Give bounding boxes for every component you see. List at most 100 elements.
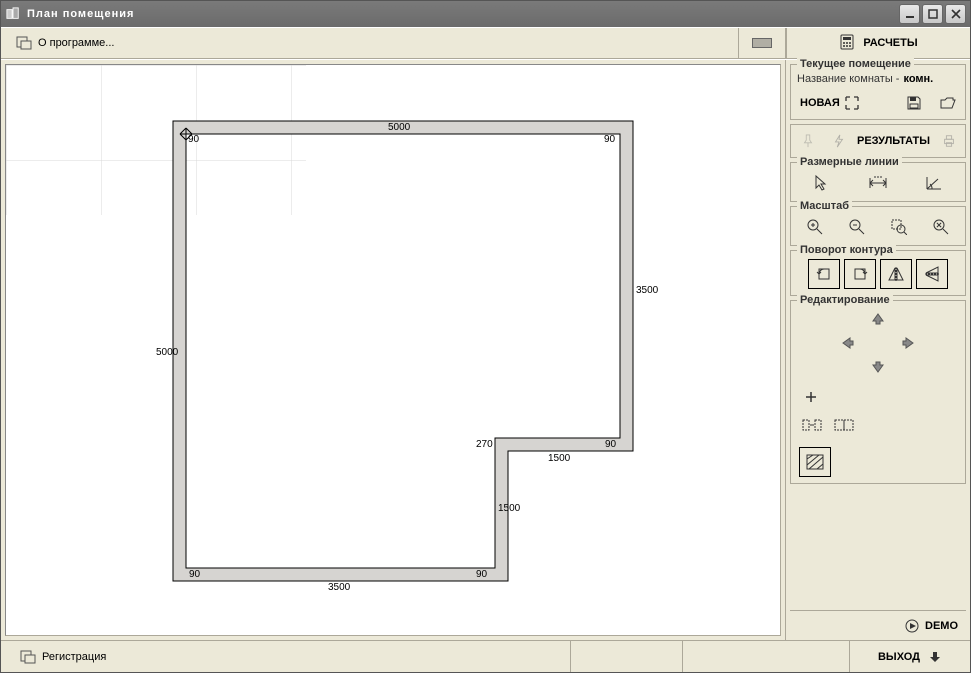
group-dim-lines: Размерные линии bbox=[790, 162, 966, 202]
side-panel: Текущее помещение Название комнаты - ком… bbox=[786, 60, 970, 640]
window-buttons bbox=[899, 4, 966, 24]
legend-edit: Редактирование bbox=[797, 294, 893, 306]
break-icon bbox=[802, 416, 822, 434]
group-current-room: Текущее помещение Название комнаты - ком… bbox=[790, 64, 966, 120]
calculate-label: РАСЧЕТЫ bbox=[863, 37, 917, 49]
close-button[interactable] bbox=[945, 4, 966, 24]
dim-right: 3500 bbox=[636, 285, 659, 296]
hatch-button[interactable] bbox=[799, 447, 831, 477]
zoom-fit-icon bbox=[933, 219, 949, 235]
bolt-icon bbox=[832, 134, 846, 148]
add-point-button[interactable] bbox=[801, 385, 821, 409]
join-wall-button[interactable] bbox=[831, 413, 857, 437]
zoom-window-button[interactable] bbox=[886, 215, 912, 239]
zoom-window-icon bbox=[891, 219, 907, 235]
legend-rotate: Поворот контура bbox=[797, 244, 896, 256]
group-edit: Редактирование bbox=[790, 300, 966, 484]
angle-bl: 90 bbox=[189, 569, 201, 580]
angle-mr: 90 bbox=[605, 439, 617, 450]
maximize-button[interactable] bbox=[922, 4, 943, 24]
exit-button[interactable]: ВЫХОД bbox=[850, 641, 970, 672]
bolt-button bbox=[826, 129, 851, 153]
angle-tr: 90 bbox=[604, 134, 616, 145]
drawing-canvas[interactable]: 90 90 90 270 90 90 5000 5000 3500 1500 1… bbox=[5, 64, 781, 636]
app-window: План помещения О программе... РАСЧЕТЫ bbox=[0, 0, 971, 673]
group-scale: Масштаб bbox=[790, 206, 966, 246]
mode-toggle[interactable] bbox=[738, 28, 786, 58]
dim-cut-h: 1500 bbox=[548, 453, 571, 464]
rotate-cw-button[interactable] bbox=[844, 259, 876, 289]
zoom-in-button[interactable] bbox=[802, 215, 828, 239]
app-icon bbox=[5, 6, 21, 22]
titlebar[interactable]: План помещения bbox=[1, 1, 970, 27]
dim-angle-button[interactable] bbox=[921, 171, 947, 195]
zoom-out-icon bbox=[849, 219, 865, 235]
toolbar-spacer bbox=[129, 28, 738, 58]
status-seg-2 bbox=[683, 641, 850, 672]
angle-notch: 270 bbox=[476, 439, 493, 450]
dim-cursor-button[interactable] bbox=[809, 171, 835, 195]
register-icon bbox=[20, 649, 36, 665]
new-icon bbox=[844, 95, 860, 111]
mirror-h-button[interactable] bbox=[880, 259, 912, 289]
registration-button[interactable]: Регистрация bbox=[13, 646, 113, 668]
rotate-ccw-icon bbox=[815, 265, 833, 283]
body: 90 90 90 270 90 90 5000 5000 3500 1500 1… bbox=[1, 59, 970, 640]
save-icon bbox=[906, 95, 922, 111]
save-room-button[interactable] bbox=[901, 91, 927, 115]
side-filler bbox=[790, 488, 966, 606]
nudge-down-button[interactable] bbox=[863, 355, 893, 379]
statusbar: Регистрация ВЫХОД bbox=[1, 640, 970, 672]
registration-label: Регистрация bbox=[42, 651, 106, 663]
top-toolbar: О программе... РАСЧЕТЫ bbox=[1, 27, 970, 59]
dim-left: 5000 bbox=[156, 347, 179, 358]
minimize-button[interactable] bbox=[899, 4, 920, 24]
status-seg-1 bbox=[571, 641, 683, 672]
nudge-up-button[interactable] bbox=[863, 307, 893, 331]
results-label: РЕЗУЛЬТАТЫ bbox=[857, 135, 930, 147]
calculate-button[interactable]: РАСЧЕТЫ bbox=[786, 28, 970, 58]
room-name-value: комн. bbox=[903, 73, 933, 85]
new-room-button[interactable]: НОВАЯ bbox=[795, 91, 865, 115]
dim-horizontal-button[interactable] bbox=[865, 171, 891, 195]
pin-button bbox=[795, 129, 820, 153]
pin-icon bbox=[801, 134, 815, 148]
open-room-button[interactable] bbox=[935, 91, 961, 115]
dim-cut-v: 1500 bbox=[498, 503, 521, 514]
about-label: О программе... bbox=[38, 37, 114, 49]
dim-angle-icon bbox=[924, 174, 944, 192]
print-icon bbox=[942, 134, 956, 148]
break-wall-button[interactable] bbox=[799, 413, 825, 437]
angle-bm: 90 bbox=[476, 569, 488, 580]
arrow-left-icon bbox=[841, 336, 855, 350]
mode-swatch bbox=[752, 38, 772, 48]
nudge-right-button[interactable] bbox=[893, 331, 923, 355]
nudge-left-button[interactable] bbox=[833, 331, 863, 355]
mirror-v-icon bbox=[923, 265, 941, 283]
canvas-area: 90 90 90 270 90 90 5000 5000 3500 1500 1… bbox=[1, 60, 786, 640]
arrow-down-icon bbox=[871, 360, 885, 374]
new-room-label: НОВАЯ bbox=[800, 97, 840, 109]
dim-bottom: 3500 bbox=[328, 582, 351, 593]
mirror-v-button[interactable] bbox=[916, 259, 948, 289]
exit-label: ВЫХОД bbox=[878, 651, 920, 663]
plus-icon bbox=[805, 391, 817, 403]
arrow-right-icon bbox=[901, 336, 915, 350]
play-icon bbox=[905, 619, 919, 633]
floor-plan: 90 90 90 270 90 90 5000 5000 3500 1500 1… bbox=[6, 65, 780, 635]
join-icon bbox=[834, 416, 854, 434]
group-results: РЕЗУЛЬТАТЫ bbox=[790, 124, 966, 158]
hatch-icon bbox=[805, 453, 825, 471]
zoom-out-button[interactable] bbox=[844, 215, 870, 239]
zoom-fit-button[interactable] bbox=[928, 215, 954, 239]
dim-top: 5000 bbox=[388, 122, 411, 133]
about-button[interactable]: О программе... bbox=[1, 28, 129, 58]
demo-button[interactable]: DEMO bbox=[790, 610, 966, 640]
print-button bbox=[936, 129, 961, 153]
rotate-ccw-button[interactable] bbox=[808, 259, 840, 289]
open-icon bbox=[940, 95, 956, 111]
exit-icon bbox=[928, 650, 942, 664]
zoom-in-icon bbox=[807, 219, 823, 235]
calculator-icon bbox=[839, 34, 855, 53]
arrow-up-icon bbox=[871, 312, 885, 326]
